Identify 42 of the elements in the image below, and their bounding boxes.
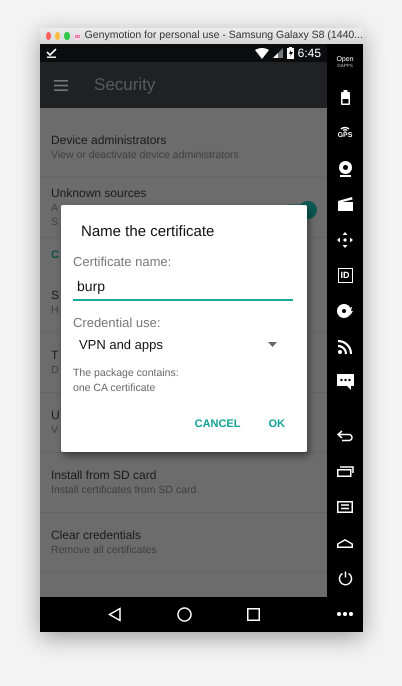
recents-icon[interactable] [336,466,354,478]
row-title: U [51,408,60,423]
move-arrows-icon[interactable] [337,232,353,248]
signal-waves-icon [340,126,350,132]
rss-icon[interactable] [338,340,352,354]
recents-icon[interactable] [246,608,260,621]
screen-title: Security [94,74,156,96]
back-icon[interactable] [337,430,353,442]
webcam-icon[interactable] [338,160,352,177]
info-text: The package contains: [73,366,180,381]
disc-icon[interactable] [336,304,354,318]
power-icon[interactable] [338,571,352,586]
menu-icon[interactable] [337,501,353,514]
clock-time: 6:45 [298,45,321,62]
signal-icon [272,48,283,58]
info-text: one CA certificate [73,381,156,396]
app-icon [74,30,81,42]
row-title: S [51,288,60,303]
field-label: Certificate name: [73,254,172,270]
home-icon[interactable] [337,538,353,548]
home-icon[interactable] [176,607,192,622]
caret-icon [268,342,277,347]
id-button[interactable]: ID [338,268,352,283]
field-label: Credential use: [73,314,162,330]
row-title: Clear credentials [51,528,142,543]
message-icon[interactable] [336,374,354,390]
window-title: Genymotion for personal use - Samsung Galaxy S8 (1440... [84,28,363,44]
back-icon[interactable] [108,607,122,622]
row-title: Install from SD card [51,468,156,483]
battery-icon[interactable] [340,90,350,105]
download-done-icon [46,48,57,58]
row-title: Unknown sources [51,186,146,201]
battery-charging-icon [286,47,294,59]
input-field[interactable]: burp [73,270,293,300]
more-icon[interactable] [337,612,353,616]
row-title: Device administrators [51,133,166,148]
dropdown[interactable]: VPN and apps [73,330,283,358]
clapperboard-icon[interactable] [338,197,352,212]
category-header: C [51,248,59,264]
dialog-title: Name the certificate [80,222,216,242]
wifi-icon [254,48,269,58]
row-title: T [51,348,58,363]
